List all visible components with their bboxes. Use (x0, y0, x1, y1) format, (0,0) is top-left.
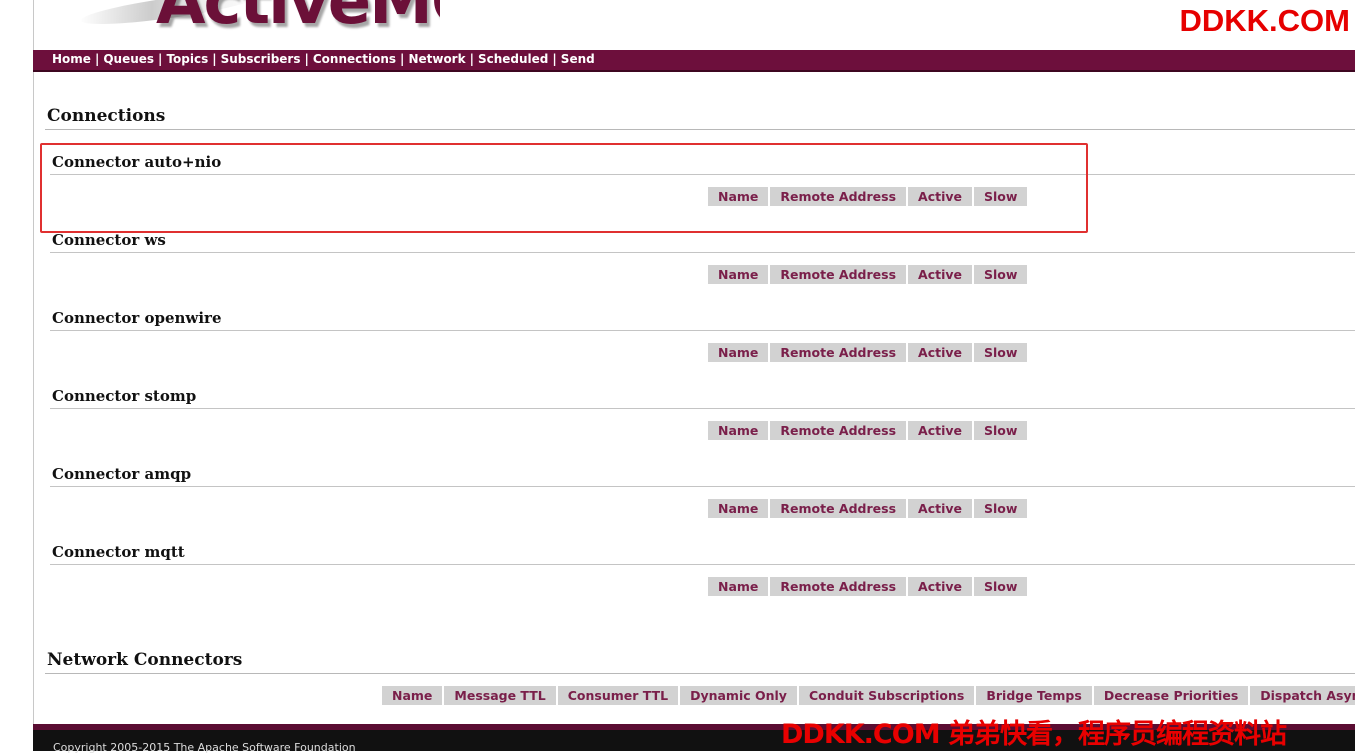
connector-table-header: Name Remote Address Active Slow (708, 421, 1028, 440)
col-dynamic-only[interactable]: Dynamic Only (680, 686, 797, 705)
col-name[interactable]: Name (708, 577, 769, 596)
nav-queues[interactable]: Queues (103, 52, 154, 66)
col-bridge-temps[interactable]: Bridge Temps (976, 686, 1092, 705)
logo-text: ActiveMQ (156, 0, 440, 39)
left-margin (0, 0, 34, 745)
connector-title: Connector openwire (52, 309, 222, 327)
col-name[interactable]: Name (708, 265, 769, 284)
nav-scheduled[interactable]: Scheduled (478, 52, 548, 66)
col-active[interactable]: Active (908, 577, 973, 596)
col-remote-address[interactable]: Remote Address (770, 265, 907, 284)
nav-send[interactable]: Send (561, 52, 595, 66)
nav-connections[interactable]: Connections (313, 52, 396, 66)
col-decrease-priorities[interactable]: Decrease Priorities (1093, 686, 1249, 705)
col-remote-address[interactable]: Remote Address (770, 421, 907, 440)
top-navigation: Home | Queues | Topics | Subscribers | Connectio… (33, 50, 1355, 70)
connector-table-header: Name Remote Address Active Slow (708, 499, 1028, 518)
col-name[interactable]: Name (382, 686, 443, 705)
col-conduit-subscriptions[interactable]: Conduit Subscriptions (798, 686, 975, 705)
col-name[interactable]: Name (708, 343, 769, 362)
col-slow[interactable]: Slow (974, 577, 1028, 596)
connections-rule (45, 129, 1355, 130)
col-active[interactable]: Active (908, 265, 973, 284)
nav-network[interactable]: Network (408, 52, 465, 66)
nav-home[interactable]: Home (52, 52, 91, 66)
connector-rule (50, 486, 1355, 487)
connector-rule (50, 408, 1355, 409)
col-slow[interactable]: Slow (974, 421, 1028, 440)
col-slow[interactable]: Slow (974, 499, 1028, 518)
connector-title: Connector mqtt (52, 543, 185, 561)
connector-table-header: Name Remote Address Active Slow (708, 265, 1028, 284)
network-connectors-rule (45, 673, 1355, 674)
connector-rule (50, 330, 1355, 331)
watermark-text: DDKK.COM 弟弟快看，程序员编程资料站 (781, 719, 1287, 750)
connector-table-header: Name Remote Address Active Slow (708, 577, 1028, 596)
col-message-ttl[interactable]: Message TTL (444, 686, 556, 705)
col-slow[interactable]: Slow (974, 343, 1028, 362)
footer-copyright: Copyright 2005-2015 The Apache Software … (53, 741, 356, 754)
network-table-header: Name Message TTL Consumer TTL Dynamic On… (382, 686, 1355, 705)
connector-table-header: Name Remote Address Active Slow (708, 343, 1028, 362)
connector-title: Connector amqp (52, 465, 192, 483)
col-remote-address[interactable]: Remote Address (770, 343, 907, 362)
col-name[interactable]: Name (708, 499, 769, 518)
col-active[interactable]: Active (908, 499, 973, 518)
col-active[interactable]: Active (908, 343, 973, 362)
highlight-box (40, 143, 1088, 233)
brand-watermark: DDKK.COM (1179, 3, 1351, 38)
col-dispatch-async[interactable]: Dispatch Async (1250, 686, 1355, 705)
connections-title: Connections (47, 106, 166, 126)
col-slow[interactable]: Slow (974, 265, 1028, 284)
network-connectors-title: Network Connectors (47, 650, 243, 670)
col-name[interactable]: Name (708, 421, 769, 440)
connector-rule (50, 252, 1355, 253)
nav-subscribers[interactable]: Subscribers (221, 52, 301, 66)
col-remote-address[interactable]: Remote Address (770, 577, 907, 596)
activemq-logo[interactable]: ActiveMQ (80, 0, 440, 48)
col-consumer-ttl[interactable]: Consumer TTL (557, 686, 679, 705)
connector-title: Connector stomp (52, 387, 197, 405)
col-active[interactable]: Active (908, 421, 973, 440)
col-remote-address[interactable]: Remote Address (770, 499, 907, 518)
connector-title: Connector ws (52, 231, 166, 249)
connector-rule (50, 564, 1355, 565)
nav-topics[interactable]: Topics (166, 52, 208, 66)
